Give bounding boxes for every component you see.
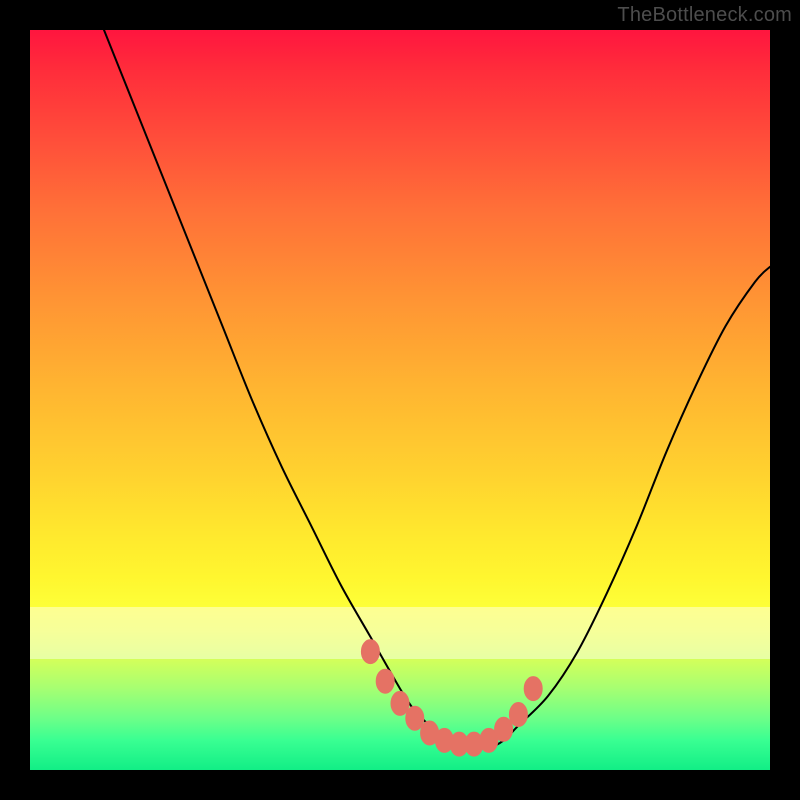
curve-marker: [450, 732, 468, 756]
curve-layer: [30, 30, 770, 770]
curve-marker: [421, 721, 439, 745]
curve-marker: [465, 732, 483, 756]
watermark-text: TheBottleneck.com: [617, 4, 792, 27]
highlight-band: [30, 607, 770, 659]
curve-marker: [376, 669, 394, 693]
chart-frame: TheBottleneck.com: [0, 0, 800, 800]
curve-marker: [524, 677, 542, 701]
bottleneck-curve: [104, 30, 770, 748]
curve-marker: [495, 717, 513, 741]
curve-marker: [361, 640, 379, 664]
curve-marker: [435, 728, 453, 752]
marker-group: [361, 640, 542, 757]
curve-marker: [480, 728, 498, 752]
curve-marker: [509, 703, 527, 727]
curve-marker: [391, 691, 409, 715]
plot-area: [30, 30, 770, 770]
curve-marker: [406, 706, 424, 730]
